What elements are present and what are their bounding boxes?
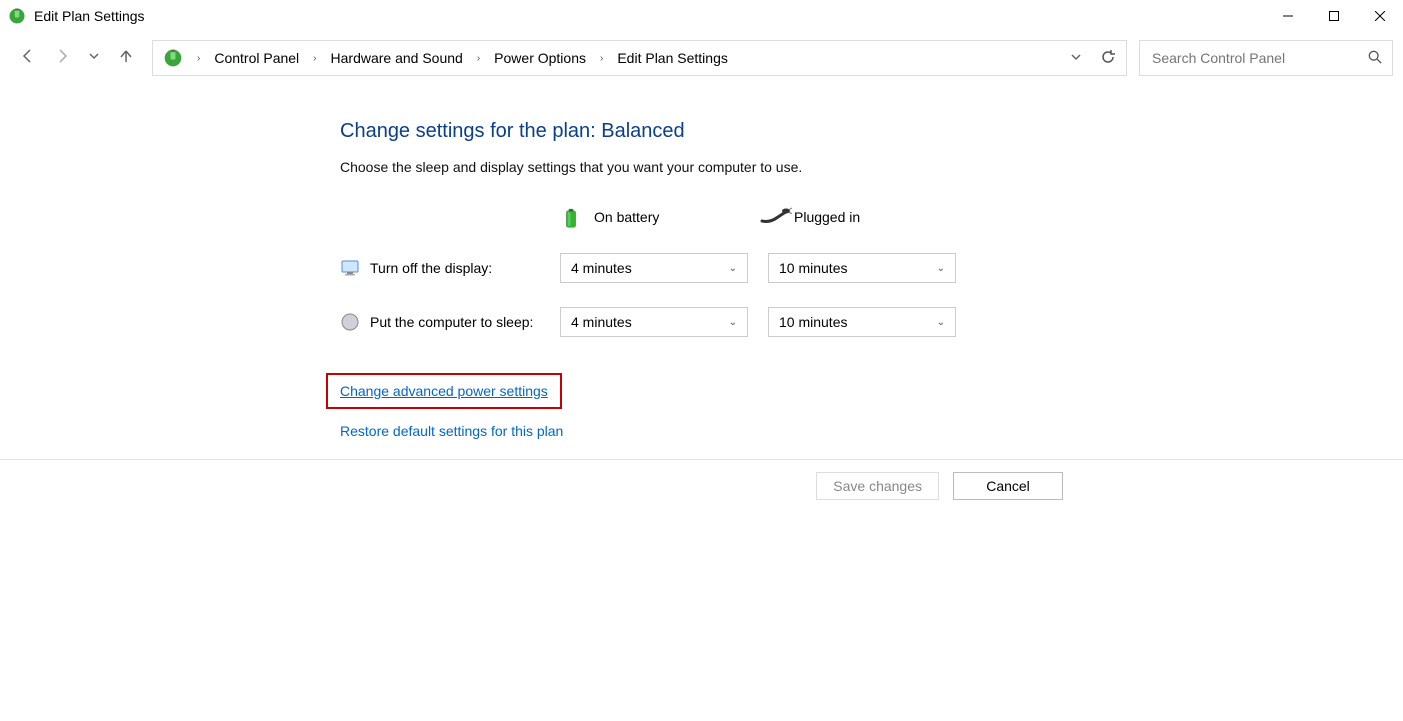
battery-icon [560,205,584,229]
advanced-settings-link[interactable]: Change advanced power settings [340,383,548,399]
chevron-right-icon[interactable]: › [473,53,484,64]
minimize-button[interactable] [1265,0,1311,32]
close-button[interactable] [1357,0,1403,32]
chevron-down-icon: ⌄ [729,263,737,274]
row-display: Turn off the display: 4 minutes ⌄ 10 min… [340,253,1403,283]
chevron-down-icon: ⌄ [937,317,945,328]
chevron-right-icon[interactable]: › [193,53,204,64]
breadcrumb-item[interactable]: Hardware and Sound [325,50,469,66]
save-button: Save changes [816,472,939,500]
breadcrumb-item[interactable]: Edit Plan Settings [611,50,734,66]
dropdown-value: 10 minutes [779,260,847,276]
restore-defaults-link[interactable]: Restore default settings for this plan [340,423,563,439]
chevron-right-icon[interactable]: › [596,53,607,64]
window-titlebar: Edit Plan Settings [0,0,1403,32]
refresh-icon[interactable] [1100,49,1116,68]
column-label: On battery [594,209,659,225]
cancel-button[interactable]: Cancel [953,472,1063,500]
dropdown-value: 4 minutes [571,314,632,330]
power-plan-icon [8,7,26,25]
breadcrumb-item[interactable]: Control Panel [208,50,305,66]
back-button[interactable] [20,48,36,69]
column-header-battery: On battery [560,205,760,229]
page-subtext: Choose the sleep and display settings th… [340,159,1403,175]
main-content: Change settings for the plan: Balanced C… [0,84,1403,459]
breadcrumb-item[interactable]: Power Options [488,50,592,66]
search-input[interactable] [1150,49,1368,67]
address-dropdown-icon[interactable] [1070,50,1082,66]
column-header-plugged: Plugged in [760,205,960,229]
power-plan-icon [163,48,183,68]
display-plugged-dropdown[interactable]: 10 minutes ⌄ [768,253,956,283]
page-heading: Change settings for the plan: Balanced [340,120,1403,143]
up-button[interactable] [118,48,134,69]
recent-dropdown-icon[interactable] [88,49,100,67]
sleep-plugged-dropdown[interactable]: 10 minutes ⌄ [768,307,956,337]
plug-icon [760,205,784,229]
navigation-row: › Control Panel › Hardware and Sound › P… [0,32,1403,84]
chevron-down-icon: ⌄ [729,317,737,328]
row-display-label: Turn off the display: [370,260,492,276]
search-icon[interactable] [1368,50,1382,67]
address-bar[interactable]: › Control Panel › Hardware and Sound › P… [152,40,1127,76]
chevron-right-icon[interactable]: › [309,53,320,64]
sleep-battery-dropdown[interactable]: 4 minutes ⌄ [560,307,748,337]
forward-button[interactable] [54,48,70,69]
dropdown-value: 10 minutes [779,314,847,330]
maximize-button[interactable] [1311,0,1357,32]
row-sleep: Put the computer to sleep: 4 minutes ⌄ 1… [340,307,1403,337]
chevron-down-icon: ⌄ [937,263,945,274]
row-sleep-label: Put the computer to sleep: [370,314,533,330]
display-battery-dropdown[interactable]: 4 minutes ⌄ [560,253,748,283]
moon-icon [340,312,360,332]
dropdown-value: 4 minutes [571,260,632,276]
footer-buttons: Save changes Cancel [0,460,1403,500]
highlighted-link-box: Change advanced power settings [326,373,562,409]
column-label: Plugged in [794,209,860,225]
search-box[interactable] [1139,40,1393,76]
monitor-icon [340,258,360,278]
window-title: Edit Plan Settings [34,8,145,24]
